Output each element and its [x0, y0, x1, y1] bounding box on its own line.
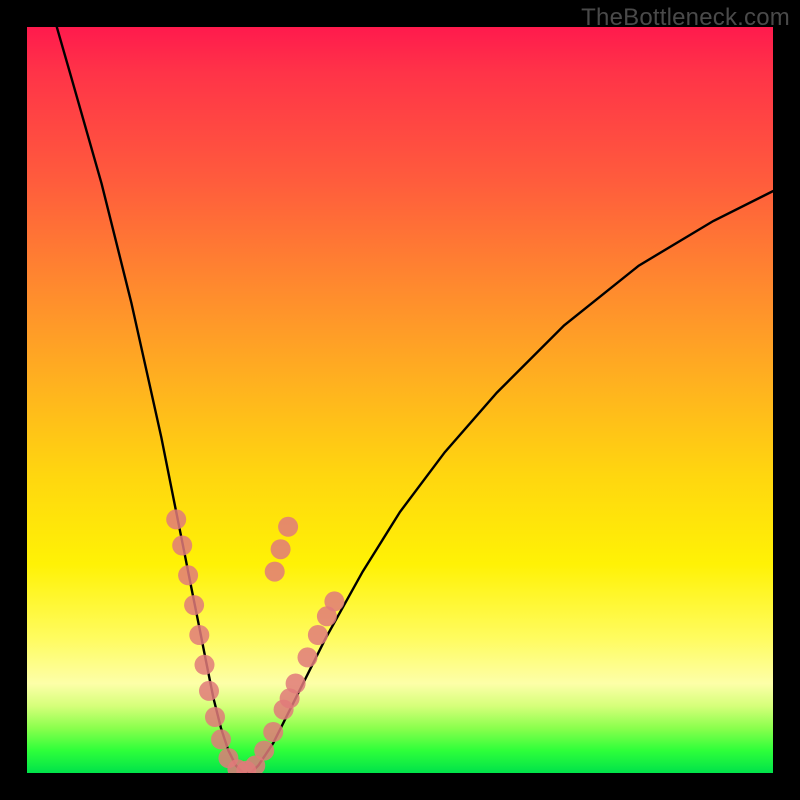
- marker-dot: [324, 591, 344, 611]
- marker-dot: [195, 655, 215, 675]
- chart-svg: [27, 27, 773, 773]
- marker-dot: [254, 741, 274, 761]
- watermark-text: TheBottleneck.com: [581, 4, 790, 32]
- marker-dot: [211, 729, 231, 749]
- marker-dot: [265, 562, 285, 582]
- bottleneck-curve: [57, 27, 773, 773]
- marker-dot: [199, 681, 219, 701]
- marker-dot: [189, 625, 209, 645]
- marker-dot: [298, 647, 318, 667]
- marker-dot: [184, 595, 204, 615]
- marker-dot: [308, 625, 328, 645]
- marker-dot: [178, 565, 198, 585]
- marker-dot: [263, 722, 283, 742]
- marker-dot: [166, 509, 186, 529]
- marker-dot: [280, 688, 300, 708]
- marker-dot: [172, 536, 192, 556]
- chart-frame: TheBottleneck.com: [0, 0, 800, 800]
- plot-area: [27, 27, 773, 773]
- marker-dot: [271, 539, 291, 559]
- marker-cluster: [166, 509, 344, 773]
- marker-dot: [278, 517, 298, 537]
- marker-dot: [205, 707, 225, 727]
